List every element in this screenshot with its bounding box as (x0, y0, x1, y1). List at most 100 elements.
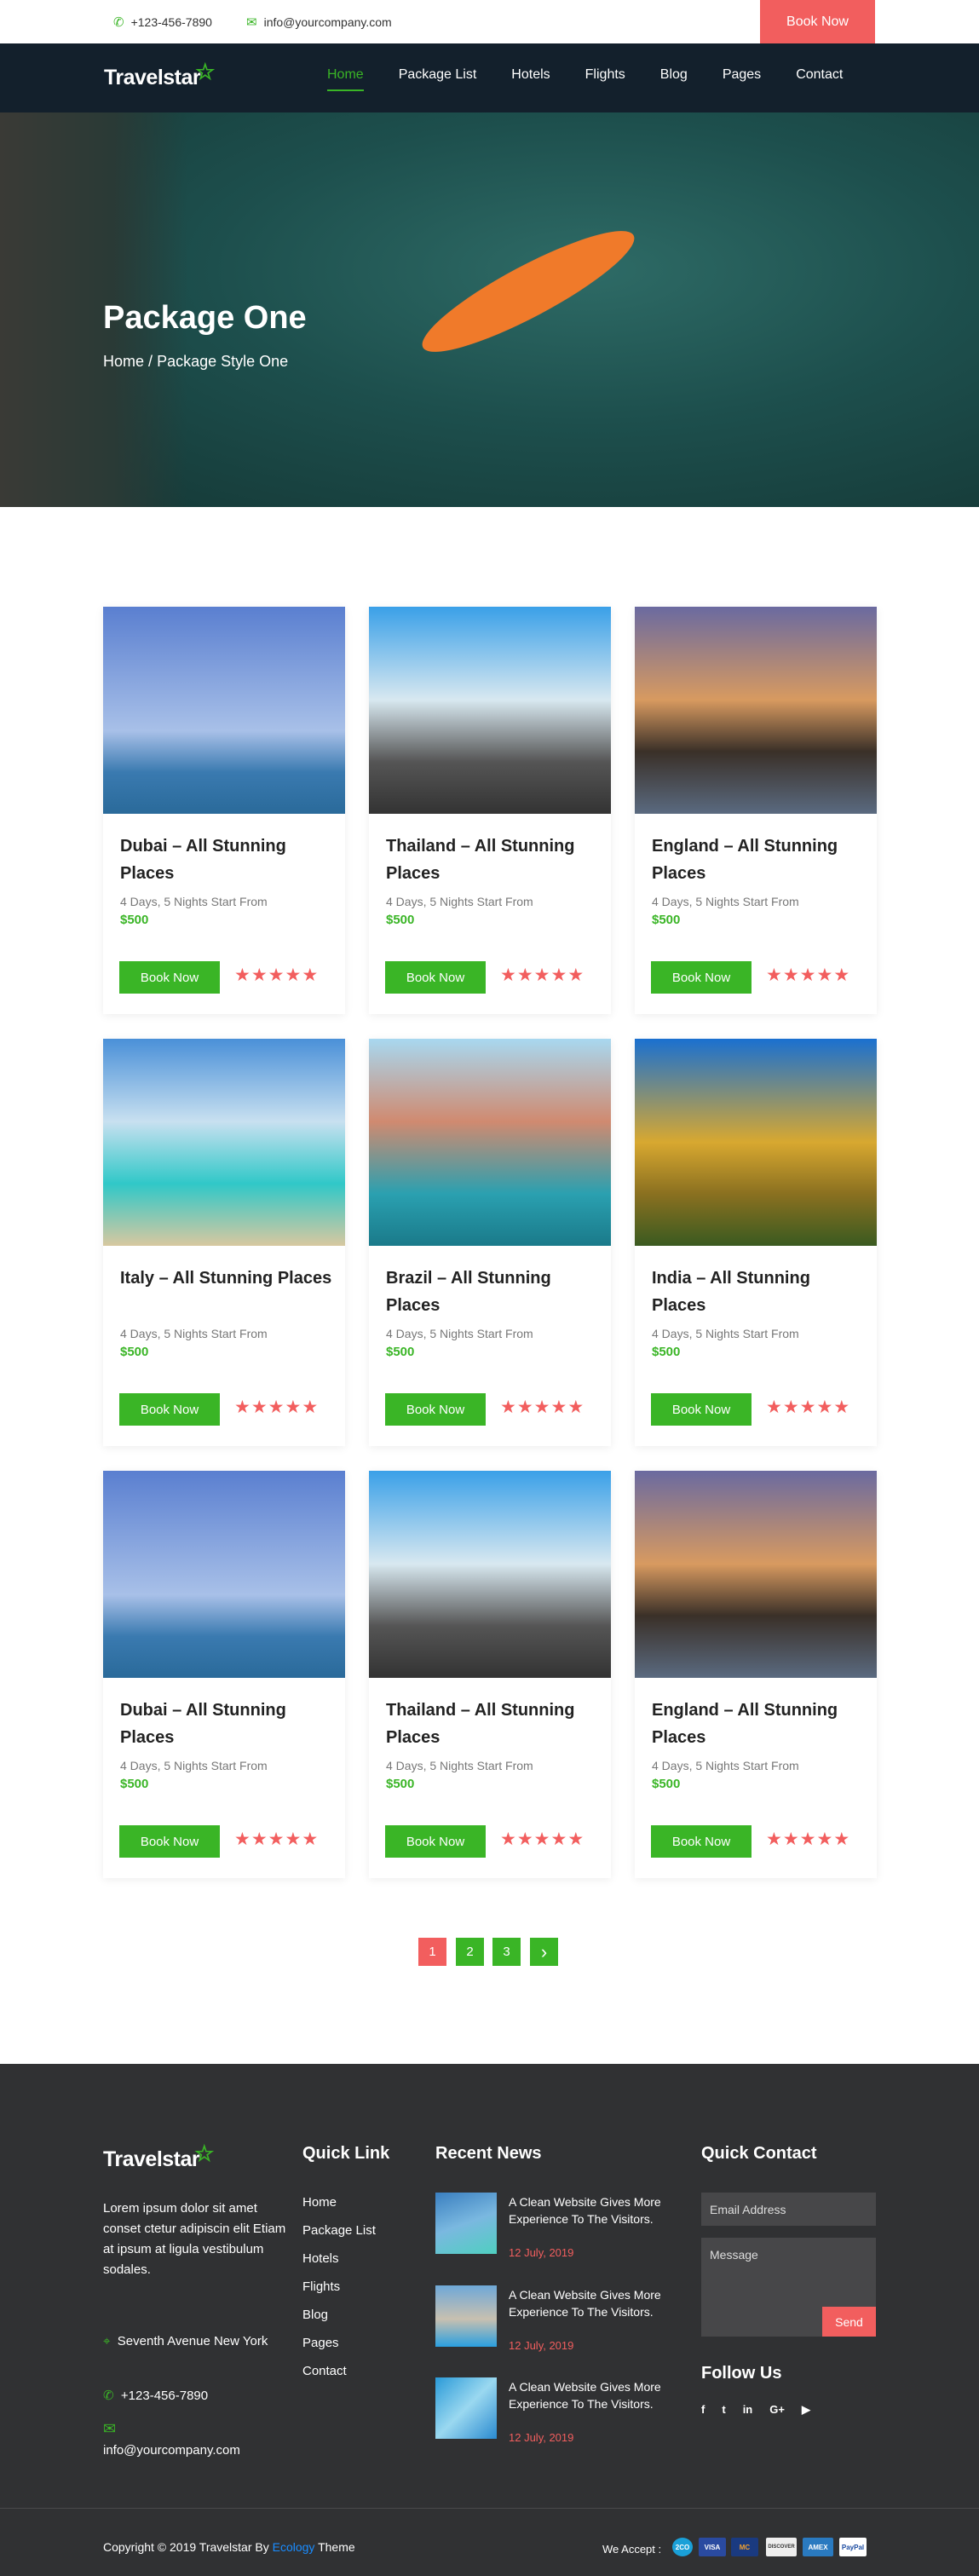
package-image[interactable] (635, 607, 877, 814)
star-icon: ★ (285, 965, 302, 985)
book-now-button[interactable]: Book Now (119, 961, 220, 994)
mastercard-icon: MC (731, 2538, 758, 2556)
book-now-button[interactable]: Book Now (385, 1825, 486, 1858)
star-icon: ★ (799, 965, 817, 985)
package-duration: 4 Days, 5 Nights Start From (652, 1759, 799, 1772)
star-icon: ★ (833, 965, 851, 985)
nav-flights[interactable]: Flights (585, 67, 625, 91)
news-date: 12 July, 2019 (509, 2246, 574, 2259)
nav-blog[interactable]: Blog (660, 67, 688, 91)
page-2[interactable]: 2 (456, 1938, 484, 1966)
package-price: $500 (120, 913, 149, 927)
book-now-button[interactable]: Book Now (651, 1393, 752, 1426)
linkedin-icon[interactable]: in (743, 2403, 753, 2417)
news-title[interactable]: A Clean Website Gives More Experience To… (509, 2193, 662, 2227)
package-image[interactable] (103, 607, 345, 814)
package-title[interactable]: Thailand – All Stunning Places (386, 833, 599, 887)
star-logo-icon: ☆ (195, 59, 215, 84)
page-3[interactable]: 3 (492, 1938, 521, 1966)
star-icon: ★ (782, 1397, 800, 1417)
news-title[interactable]: A Clean Website Gives More Experience To… (509, 2378, 662, 2412)
package-price: $500 (652, 913, 681, 927)
nav-package-list[interactable]: Package List (399, 67, 477, 91)
star-icon: ★ (516, 1397, 534, 1417)
star-icon: ★ (567, 965, 585, 985)
ecology-link[interactable]: Ecology (273, 2540, 315, 2554)
package-title[interactable]: England – All Stunning Places (652, 833, 865, 887)
next-page-button[interactable]: › (530, 1938, 558, 1966)
visa-icon: VISA (699, 2538, 726, 2556)
book-now-button[interactable]: Book Now (119, 1393, 220, 1426)
phone-icon: ✆ (113, 15, 124, 30)
twitter-icon[interactable]: t (722, 2403, 725, 2417)
discover-icon: DISCOVER (766, 2538, 797, 2556)
email-input[interactable]: Email Address (701, 2193, 876, 2226)
star-icon: ★ (500, 1830, 517, 1849)
star-icon: ★ (567, 1397, 585, 1417)
star-icon: ★ (766, 1397, 783, 1417)
page-1[interactable]: 1 (418, 1938, 446, 1966)
package-image[interactable] (103, 1471, 345, 1678)
star-icon: ★ (234, 965, 251, 985)
top-book-now-button[interactable]: Book Now (760, 0, 875, 43)
book-now-button[interactable]: Book Now (385, 1393, 486, 1426)
star-icon: ★ (833, 1830, 851, 1849)
nav-home[interactable]: Home (327, 67, 364, 91)
package-image[interactable] (635, 1039, 877, 1246)
package-image[interactable] (103, 1039, 345, 1246)
package-duration: 4 Days, 5 Nights Start From (120, 1759, 268, 1772)
book-now-button[interactable]: Book Now (651, 1825, 752, 1858)
breadcrumb-home[interactable]: Home (103, 353, 144, 370)
package-title[interactable]: England – All Stunning Places (652, 1697, 865, 1751)
footer-logo[interactable]: Travelstar☆ (103, 2141, 214, 2172)
footer-link-package-list[interactable]: Package List (302, 2223, 376, 2251)
quick-link-title: Quick Link (302, 2144, 390, 2163)
page-title: Package One (103, 300, 307, 336)
footer-email[interactable]: info@yourcompany.com (103, 2443, 240, 2458)
book-now-button[interactable]: Book Now (651, 961, 752, 994)
google-plus-icon[interactable]: G+ (769, 2403, 785, 2417)
package-image[interactable] (369, 1039, 611, 1246)
footer-link-home[interactable]: Home (302, 2195, 376, 2223)
package-title[interactable]: Dubai – All Stunning Places (120, 833, 333, 887)
book-now-button[interactable]: Book Now (385, 961, 486, 994)
package-title[interactable]: India – All Stunning Places (652, 1265, 865, 1319)
footer-link-hotels[interactable]: Hotels (302, 2251, 376, 2279)
package-title[interactable]: Dubai – All Stunning Places (120, 1697, 333, 1751)
star-icon: ★ (251, 1830, 268, 1849)
send-button[interactable]: Send (822, 2307, 876, 2337)
top-email[interactable]: ✉ info@yourcompany.com (246, 14, 392, 30)
star-icon: ★ (516, 1830, 534, 1849)
footer-phone: ✆ +123-456-7890 (103, 2389, 209, 2403)
news-thumbnail[interactable] (435, 2285, 497, 2347)
package-title[interactable]: Thailand – All Stunning Places (386, 1697, 599, 1751)
package-image[interactable] (635, 1471, 877, 1678)
news-title[interactable]: A Clean Website Gives More Experience To… (509, 2286, 662, 2320)
breadcrumb-current: Package Style One (157, 353, 289, 370)
star-icon: ★ (251, 965, 268, 985)
package-card: England – All Stunning Places 4 Days, 5 … (635, 607, 877, 1014)
star-icon: ★ (550, 1830, 568, 1849)
nav-pages[interactable]: Pages (723, 67, 761, 91)
star-logo-icon: ☆ (194, 2141, 214, 2166)
footer-link-blog[interactable]: Blog (302, 2308, 376, 2336)
book-now-button[interactable]: Book Now (119, 1825, 220, 1858)
news-thumbnail[interactable] (435, 2193, 497, 2254)
package-image[interactable] (369, 607, 611, 814)
rating-stars: ★★★★★ (500, 965, 585, 986)
facebook-icon[interactable]: f (701, 2403, 705, 2417)
nav-contact[interactable]: Contact (796, 67, 843, 91)
footer-link-contact[interactable]: Contact (302, 2364, 376, 2392)
footer-link-pages[interactable]: Pages (302, 2336, 376, 2364)
package-image[interactable] (369, 1471, 611, 1678)
star-icon: ★ (302, 1830, 320, 1849)
news-thumbnail[interactable] (435, 2377, 497, 2439)
top-phone: ✆ +123-456-7890 (113, 15, 212, 30)
youtube-icon[interactable]: ▶ (802, 2403, 810, 2417)
logo[interactable]: Travelstar☆ (104, 59, 215, 90)
footer-link-flights[interactable]: Flights (302, 2279, 376, 2308)
package-title[interactable]: Italy – All Stunning Places (120, 1265, 333, 1292)
nav-hotels[interactable]: Hotels (511, 67, 550, 91)
rating-stars: ★★★★★ (500, 1829, 585, 1850)
package-title[interactable]: Brazil – All Stunning Places (386, 1265, 599, 1319)
